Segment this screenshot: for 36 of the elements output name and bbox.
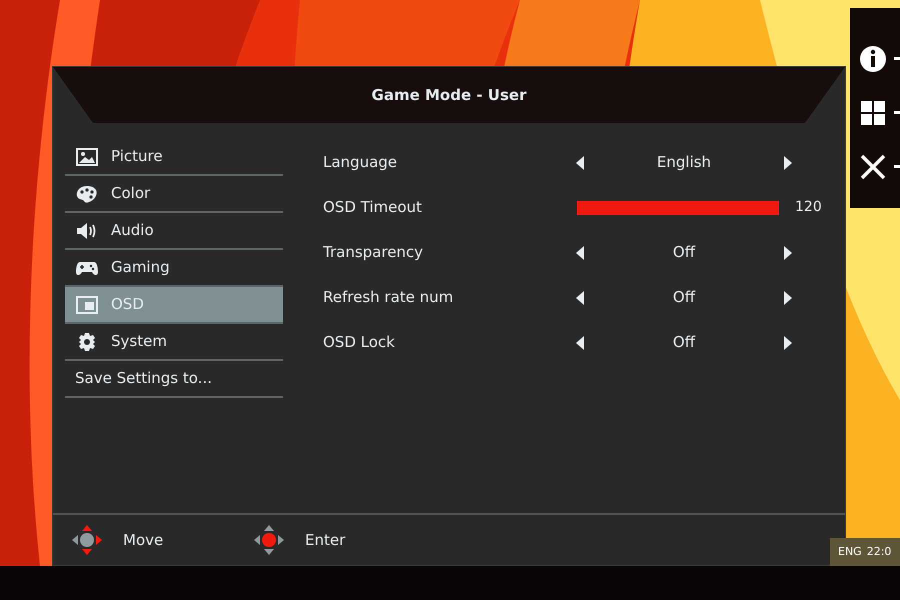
grid-icon[interactable] (860, 98, 900, 128)
menu-item[interactable]: Color (65, 176, 283, 213)
window-icon (75, 294, 99, 314)
menu-item[interactable]: System (65, 324, 283, 361)
enter-dpad-icon (253, 524, 285, 556)
menu-item[interactable]: Picture (65, 139, 283, 176)
move-dpad-icon (71, 524, 103, 556)
menu-item[interactable]: Save Settings to... (65, 361, 283, 398)
left-arrow-icon[interactable] (575, 290, 585, 304)
setting-value: Off (672, 287, 696, 308)
info-icon[interactable] (860, 44, 900, 74)
right-arrow-icon[interactable] (783, 156, 793, 170)
clock[interactable]: 22:0 (866, 544, 892, 560)
setting-label: OSD Timeout (323, 197, 423, 218)
right-arrow-icon[interactable] (783, 290, 793, 304)
palette-icon (75, 184, 99, 204)
setting-label: Transparency (323, 242, 424, 264)
slider-reading: 120 (795, 198, 822, 217)
hint-label: Enter (305, 530, 346, 551)
left-arrow-icon[interactable] (575, 246, 585, 260)
left-arrow-icon[interactable] (575, 336, 585, 350)
hint-label: Move (123, 530, 164, 551)
right-arrow-icon[interactable] (783, 246, 793, 260)
setting-label: Language (323, 152, 398, 174)
setting-value: English (656, 152, 712, 174)
setting-value: Off (672, 332, 696, 354)
picture-icon (75, 146, 99, 166)
setting-label: Refresh rate num (323, 287, 454, 308)
osd-title: Game Mode - User (372, 84, 526, 106)
right-arrow-icon[interactable] (783, 336, 793, 350)
menu-item[interactable]: Audio (65, 213, 283, 250)
setting-value: Off (672, 242, 696, 264)
language-indicator[interactable]: ENG (838, 544, 862, 560)
left-arrow-icon[interactable] (575, 156, 585, 170)
close-icon[interactable] (860, 152, 900, 182)
setting-label: OSD Lock (323, 332, 396, 354)
